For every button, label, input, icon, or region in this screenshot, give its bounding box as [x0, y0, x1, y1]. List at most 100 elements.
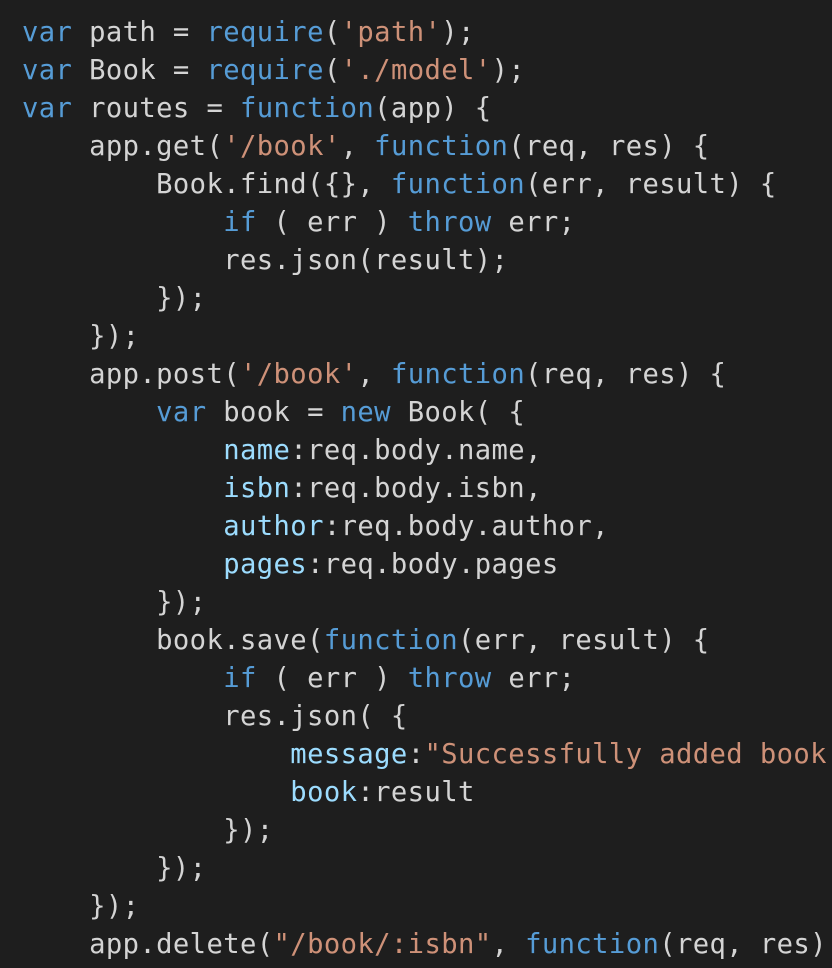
property-token: message	[290, 739, 408, 770]
code-line[interactable]: });	[22, 318, 827, 356]
keyword-token: function	[390, 169, 526, 200]
code-text: :req.body.pages	[307, 549, 559, 580]
code-line[interactable]: name:req.body.name,	[22, 432, 827, 470]
code-line[interactable]: });	[22, 584, 827, 622]
string-token: '/book'	[240, 359, 358, 390]
code-line[interactable]: app.post('/book', function(req, res) {	[22, 356, 827, 394]
code-text: app.post(	[22, 359, 240, 390]
code-text: });	[22, 815, 274, 846]
code-line[interactable]: app.delete("/book/:isbn", function(req, …	[22, 926, 827, 964]
code-line[interactable]: book:result	[22, 774, 827, 812]
code-text: ,	[491, 929, 526, 960]
keyword-token: if	[223, 663, 257, 694]
code-line[interactable]: book.save(function(err, result) {	[22, 622, 827, 660]
code-text: routes =	[72, 93, 240, 124]
code-text: :req.body.author,	[323, 511, 609, 542]
keyword-token: var	[22, 93, 73, 124]
keyword-token: throw	[407, 663, 492, 694]
code-line[interactable]: var routes = function(app) {	[22, 90, 827, 128]
code-line[interactable]: res.json(result);	[22, 242, 827, 280]
code-text: :req.body.isbn,	[290, 473, 542, 504]
code-text: (	[323, 55, 341, 86]
function-token: require	[206, 55, 324, 86]
code-line[interactable]: var Book = require('./model');	[22, 52, 827, 90]
code-text: app.get(	[22, 131, 224, 162]
code-text: res.json(result);	[22, 245, 509, 276]
property-token: book	[290, 777, 358, 808]
string-token: '/book'	[223, 131, 341, 162]
code-text: });	[22, 283, 207, 314]
code-line[interactable]: app.get('/book', function(req, res) {	[22, 128, 827, 166]
keyword-token: new	[340, 397, 391, 428]
keyword-token: if	[223, 207, 257, 238]
code-text: :	[407, 739, 425, 770]
code-text: path =	[72, 17, 207, 48]
string-token: 'path'	[340, 17, 442, 48]
code-line[interactable]: if ( err ) throw err;	[22, 204, 827, 242]
code-text: (app) {	[374, 93, 492, 124]
code-text: (req, res) {	[525, 359, 727, 390]
code-text: err;	[491, 207, 576, 238]
code-line[interactable]: });	[22, 812, 827, 850]
code-text: });	[22, 321, 140, 352]
code-text: ,	[357, 359, 391, 390]
string-token: "/book/:isbn"	[273, 929, 492, 960]
string-token: './model'	[340, 55, 492, 86]
code-line[interactable]: });	[22, 888, 827, 926]
code-line[interactable]: message:"Successfully added book	[22, 736, 827, 774]
code-editor[interactable]: var path = require('path'); var Book = re…	[0, 0, 832, 968]
code-text: :result	[357, 777, 475, 808]
code-line[interactable]: });	[22, 850, 827, 888]
code-line[interactable]: res.json( {	[22, 698, 827, 736]
code-line[interactable]: author:req.body.author,	[22, 508, 827, 546]
keyword-token: var	[22, 17, 73, 48]
property-token: isbn	[223, 473, 291, 504]
code-view[interactable]: var path = require('path'); var Book = re…	[22, 14, 827, 964]
code-text: (	[323, 17, 341, 48]
code-text: (req, res) {	[508, 131, 710, 162]
code-text: Book =	[72, 55, 207, 86]
code-text: Book( {	[390, 397, 526, 428]
code-text: book =	[206, 397, 341, 428]
code-text: ,	[340, 131, 375, 162]
code-text: });	[22, 891, 140, 922]
code-text: (err, result) {	[525, 169, 777, 200]
keyword-token: throw	[407, 207, 492, 238]
code-text: ( err )	[256, 663, 408, 694]
keyword-token: function	[390, 359, 526, 390]
code-text: Book.find({},	[22, 169, 391, 200]
property-token: pages	[223, 549, 308, 580]
code-line[interactable]: var book = new Book( {	[22, 394, 827, 432]
string-token: "Successfully added book	[424, 739, 827, 770]
code-line[interactable]: Book.find({}, function(err, result) {	[22, 166, 827, 204]
code-line[interactable]: var path = require('path');	[22, 14, 827, 52]
code-text: );	[441, 17, 475, 48]
code-text: });	[22, 587, 207, 618]
property-token: name	[223, 435, 291, 466]
keyword-token: function	[374, 131, 509, 162]
keyword-token: function	[240, 93, 375, 124]
code-line[interactable]: isbn:req.body.isbn,	[22, 470, 827, 508]
code-text: (err, result) {	[458, 625, 710, 656]
code-text: book.save(	[22, 625, 324, 656]
code-text: app.delete(	[22, 929, 274, 960]
code-text: err;	[491, 663, 576, 694]
property-token: author	[223, 511, 324, 542]
code-text: });	[22, 853, 207, 884]
code-text: res.json( {	[22, 701, 408, 732]
code-line[interactable]: });	[22, 280, 827, 318]
keyword-token: function	[525, 929, 660, 960]
code-text: ( err )	[256, 207, 408, 238]
code-line[interactable]: if ( err ) throw err;	[22, 660, 827, 698]
code-text: );	[491, 55, 526, 86]
code-line[interactable]: pages:req.body.pages	[22, 546, 827, 584]
